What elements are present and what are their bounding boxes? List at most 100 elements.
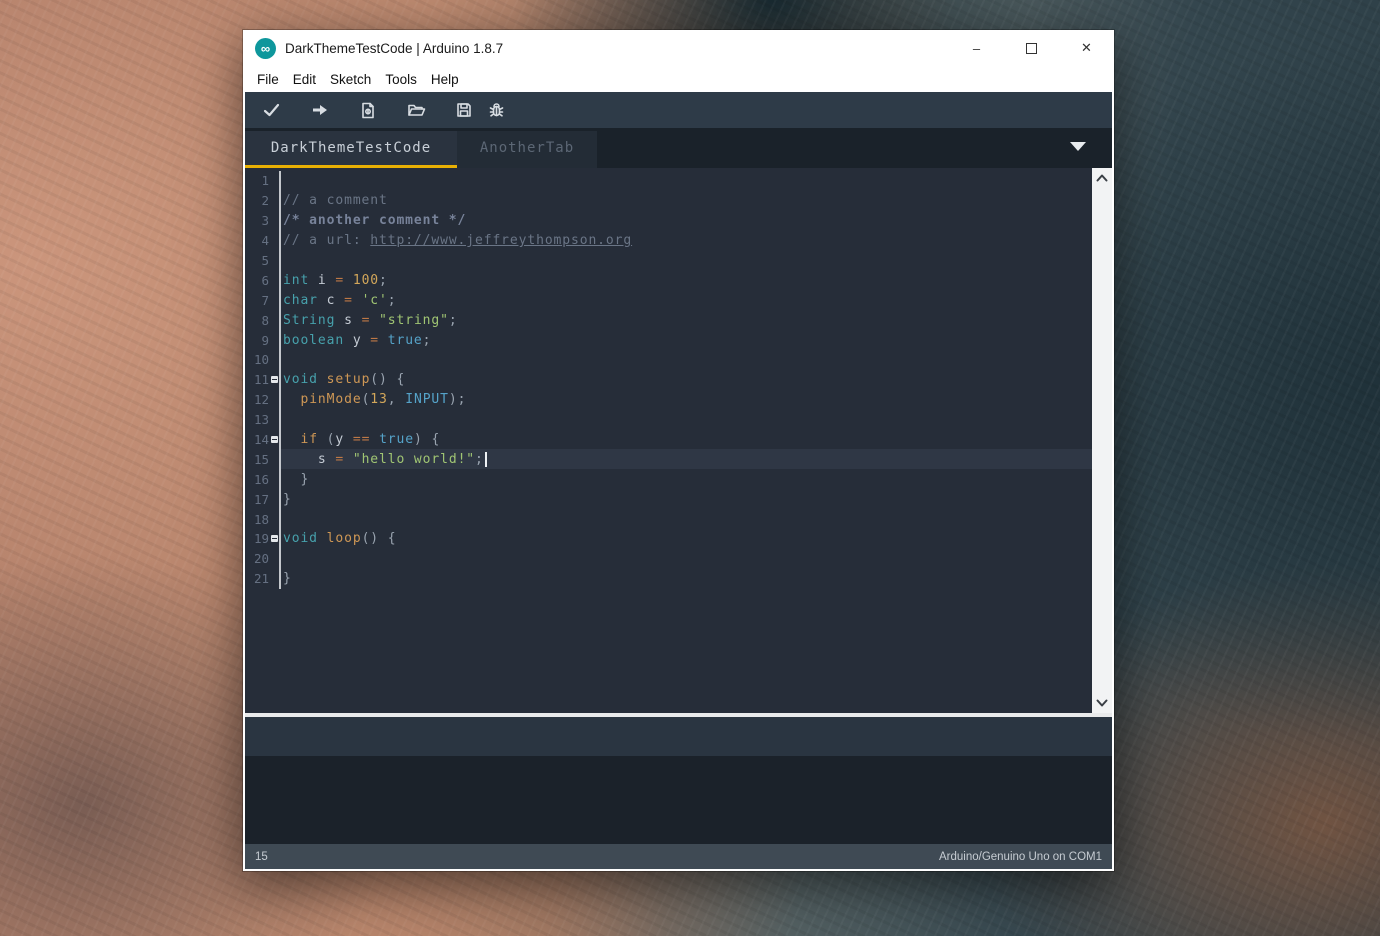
code-text[interactable]: char c = 'c';: [281, 290, 1092, 310]
code-text[interactable]: }: [281, 569, 1092, 589]
code-token: ==: [352, 432, 371, 448]
code-text[interactable]: [281, 509, 1092, 529]
code-text[interactable]: }: [281, 489, 1092, 509]
code-line[interactable]: 15 s = "hello world!";: [245, 449, 1092, 470]
code-text[interactable]: void loop() {: [281, 529, 1092, 549]
line-number: 10: [253, 352, 269, 368]
code-line[interactable]: 13: [245, 409, 1092, 430]
scroll-down-icon[interactable]: [1096, 699, 1108, 707]
code-token: y: [344, 332, 371, 348]
code-line[interactable]: 18: [245, 509, 1092, 530]
verify-button[interactable]: [257, 96, 287, 124]
editor-scrollbar[interactable]: [1092, 168, 1112, 713]
code-text[interactable]: int i = 100;: [281, 270, 1092, 290]
code-line[interactable]: 17}: [245, 489, 1092, 510]
code-line[interactable]: 2 // a comment: [245, 190, 1092, 211]
code-token: char: [283, 292, 318, 308]
code-text[interactable]: /* another comment */: [281, 211, 1092, 231]
fold-marker-icon[interactable]: [270, 535, 278, 543]
code-line[interactable]: 12 pinMode(13, INPUT);: [245, 389, 1092, 410]
title-bar[interactable]: ∞ DarkThemeTestCode | Arduino 1.8.7 – ✕: [243, 30, 1114, 66]
new-sketch-button[interactable]: [353, 96, 383, 124]
maximize-icon: [1026, 42, 1037, 54]
menu-sketch[interactable]: Sketch: [323, 70, 378, 89]
menu-help[interactable]: Help: [424, 70, 466, 89]
code-text[interactable]: // a url: http://www.jeffreythompson.org: [281, 231, 1092, 251]
maximize-button[interactable]: [1004, 30, 1059, 66]
window-title: DarkThemeTestCode | Arduino 1.8.7: [285, 40, 504, 56]
gutter: 1: [245, 171, 281, 191]
line-number: 6: [261, 272, 269, 288]
code-line[interactable]: 20: [245, 548, 1092, 569]
code-line[interactable]: 10: [245, 350, 1092, 370]
code-text[interactable]: pinMode(13, INPUT);: [281, 390, 1092, 410]
code-line[interactable]: 9 boolean y = true;: [245, 330, 1092, 351]
minimize-button[interactable]: –: [949, 30, 1004, 66]
tab-anothertab[interactable]: AnotherTab: [457, 131, 597, 168]
line-number: 8: [261, 312, 269, 328]
code-line[interactable]: 3 /* another comment */: [245, 210, 1092, 231]
serial-debug-button[interactable]: [481, 96, 511, 124]
gutter: 9: [245, 330, 281, 351]
code-line[interactable]: 16 }: [245, 469, 1092, 490]
code-line[interactable]: 11 void setup() {: [245, 369, 1092, 390]
code-token: () {: [370, 372, 406, 388]
fold-marker-icon[interactable]: [270, 376, 278, 384]
code-text[interactable]: String s = "string";: [281, 310, 1092, 330]
code-token: void: [283, 372, 318, 388]
code-text[interactable]: if (y == true) {: [281, 430, 1092, 450]
code-line[interactable]: 4 // a url: http://www.jeffreythompson.or…: [245, 230, 1092, 251]
code-text[interactable]: s = "hello world!";: [281, 449, 1092, 470]
code-token: ;: [422, 332, 432, 348]
close-button[interactable]: ✕: [1059, 30, 1114, 66]
code-text[interactable]: [281, 410, 1092, 430]
line-number: 21: [253, 571, 269, 587]
menu-edit[interactable]: Edit: [286, 70, 323, 89]
code-line[interactable]: 1: [245, 171, 1092, 191]
tab-darkthemetestcode[interactable]: DarkThemeTestCode: [245, 131, 457, 168]
save-button[interactable]: [449, 96, 479, 124]
line-number: 1: [261, 173, 269, 189]
line-number: 14: [253, 432, 269, 448]
code-line[interactable]: 8 String s = "string";: [245, 310, 1092, 331]
menu-tools[interactable]: Tools: [378, 70, 424, 89]
desktop-background: ∞ DarkThemeTestCode | Arduino 1.8.7 – ✕ …: [0, 0, 1380, 936]
fold-slot: [269, 535, 279, 543]
code-line[interactable]: 19 void loop() {: [245, 529, 1092, 549]
fold-marker-icon[interactable]: [270, 436, 278, 444]
code-token: ,: [387, 392, 406, 408]
menu-file[interactable]: File: [250, 70, 286, 89]
gutter: 3: [245, 210, 281, 231]
code-text[interactable]: [281, 251, 1092, 271]
gutter: 2: [245, 190, 281, 211]
code-line[interactable]: 21}: [245, 568, 1092, 589]
code-token: s: [335, 312, 362, 328]
code-text[interactable]: // a comment: [281, 191, 1092, 211]
tab-menu-dropdown-icon[interactable]: [1070, 142, 1086, 151]
code-token: /* another comment */: [283, 213, 467, 229]
gutter: 21: [245, 568, 281, 589]
status-board-port: Arduino/Genuino Uno on COM1: [938, 850, 1102, 863]
code-text[interactable]: void setup() {: [281, 370, 1092, 390]
code-text[interactable]: [281, 549, 1092, 569]
code-token: =: [361, 312, 371, 328]
gutter: 12: [245, 389, 281, 410]
code-token: ;: [387, 292, 397, 308]
code-text[interactable]: boolean y = true;: [281, 330, 1092, 350]
open-button[interactable]: [401, 96, 431, 124]
gutter: 15: [245, 449, 281, 470]
upload-button[interactable]: [305, 96, 335, 124]
code-text[interactable]: [281, 350, 1092, 370]
code-line[interactable]: 7 char c = 'c';: [245, 290, 1092, 311]
code-line[interactable]: 5: [245, 250, 1092, 271]
code-token: http://www.jeffreythompson.org: [370, 233, 633, 249]
code-line[interactable]: 6 int i = 100;: [245, 270, 1092, 291]
scroll-up-icon[interactable]: [1096, 174, 1108, 182]
editor-lines: 1 2// a comment 3/* another comment */4// …: [245, 171, 1092, 589]
code-line[interactable]: 14 if (y == true) {: [245, 429, 1092, 450]
code-text[interactable]: [281, 171, 1092, 191]
code-editor[interactable]: 1 2// a comment 3/* another comment */4// …: [245, 168, 1112, 713]
code-text[interactable]: }: [281, 469, 1092, 489]
